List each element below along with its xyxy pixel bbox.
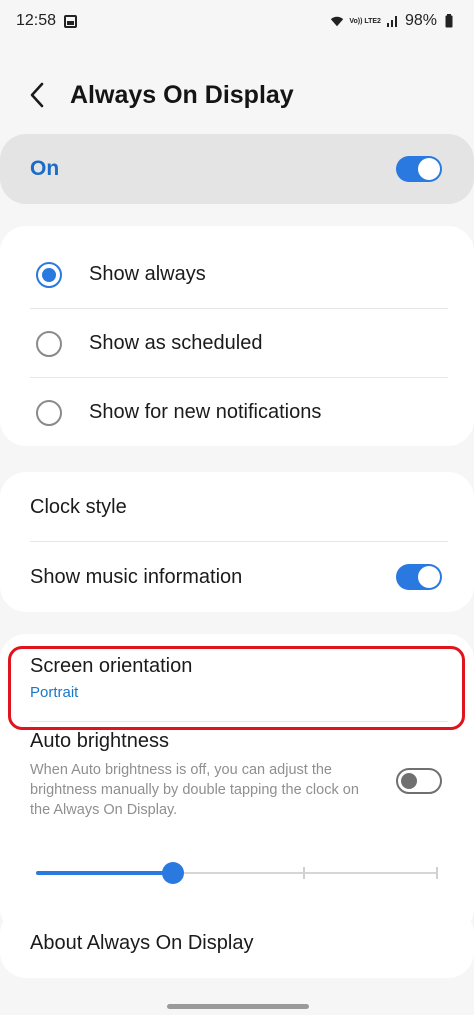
slider-thumb[interactable] — [161, 862, 184, 884]
lte-badge: Vo)) LTE2 — [349, 17, 381, 25]
wifi-icon — [331, 16, 344, 27]
display-mode-card: Show always Show as scheduled Show for n… — [0, 226, 474, 446]
auto-brightness-title: Auto brightness — [30, 730, 169, 752]
radio-row-show-always[interactable]: Show always — [0, 240, 474, 309]
slider-tick — [436, 867, 438, 879]
about-row[interactable]: About Always On Display — [0, 908, 474, 978]
radio-button-checked[interactable] — [36, 261, 62, 288]
slider-tick — [303, 867, 305, 879]
auto-brightness-toggle[interactable] — [396, 768, 442, 794]
slider-fill — [36, 871, 173, 875]
status-time: 12:58 — [16, 12, 57, 29]
screen-orientation-value: Portrait — [30, 684, 79, 701]
battery-percent: 98% — [404, 12, 437, 29]
radio-label: Show as scheduled — [89, 332, 263, 354]
music-info-toggle[interactable] — [396, 564, 442, 590]
screen-orientation-row[interactable]: Screen orientation Portrait — [0, 634, 474, 722]
battery-icon — [445, 14, 453, 28]
auto-brightness-row[interactable]: Auto brightness When Auto brightness is … — [0, 722, 474, 820]
clock-style-row[interactable]: Clock style — [0, 472, 474, 542]
master-switch-toggle[interactable] — [396, 156, 442, 182]
master-switch-row[interactable]: On — [0, 134, 474, 204]
clock-style-label: Clock style — [30, 495, 127, 518]
clock-settings-card: Clock style Show music information — [0, 472, 474, 612]
music-info-label: Show music information — [30, 565, 243, 588]
navigation-handle[interactable] — [167, 1004, 309, 1009]
music-info-row[interactable]: Show music information — [0, 542, 474, 612]
status-left: 12:58 — [16, 12, 78, 30]
master-switch-label: On — [30, 157, 60, 180]
brightness-slider[interactable] — [36, 862, 438, 884]
about-card: About Always On Display — [0, 908, 474, 978]
radio-row-show-scheduled[interactable]: Show as scheduled — [0, 309, 474, 378]
radio-row-show-notifications[interactable]: Show for new notifications — [0, 378, 474, 447]
status-bar: 12:58 Vo)) LTE2 98% — [0, 0, 474, 42]
chevron-left-icon — [30, 82, 44, 108]
radio-button[interactable] — [36, 399, 62, 426]
about-label: About Always On Display — [30, 931, 254, 954]
page-title: Always On Display — [70, 80, 294, 109]
radio-button[interactable] — [36, 330, 62, 357]
gallery-icon — [64, 14, 78, 28]
auto-brightness-description: When Auto brightness is off, you can adj… — [30, 762, 359, 818]
radio-label: Show for new notifications — [89, 401, 322, 423]
status-right: Vo)) LTE2 98% — [330, 12, 456, 30]
auto-brightness-toggle-wrap — [396, 768, 442, 794]
display-settings-card: Screen orientation Portrait Auto brightn… — [0, 634, 474, 934]
cell-signal-icon — [386, 16, 397, 27]
back-button[interactable] — [6, 63, 70, 127]
radio-label: Show always — [89, 263, 206, 285]
app-header: Always On Display — [0, 60, 474, 130]
auto-brightness-text: Auto brightness When Auto brightness is … — [30, 730, 370, 820]
screen-orientation-title: Screen orientation — [30, 655, 193, 677]
